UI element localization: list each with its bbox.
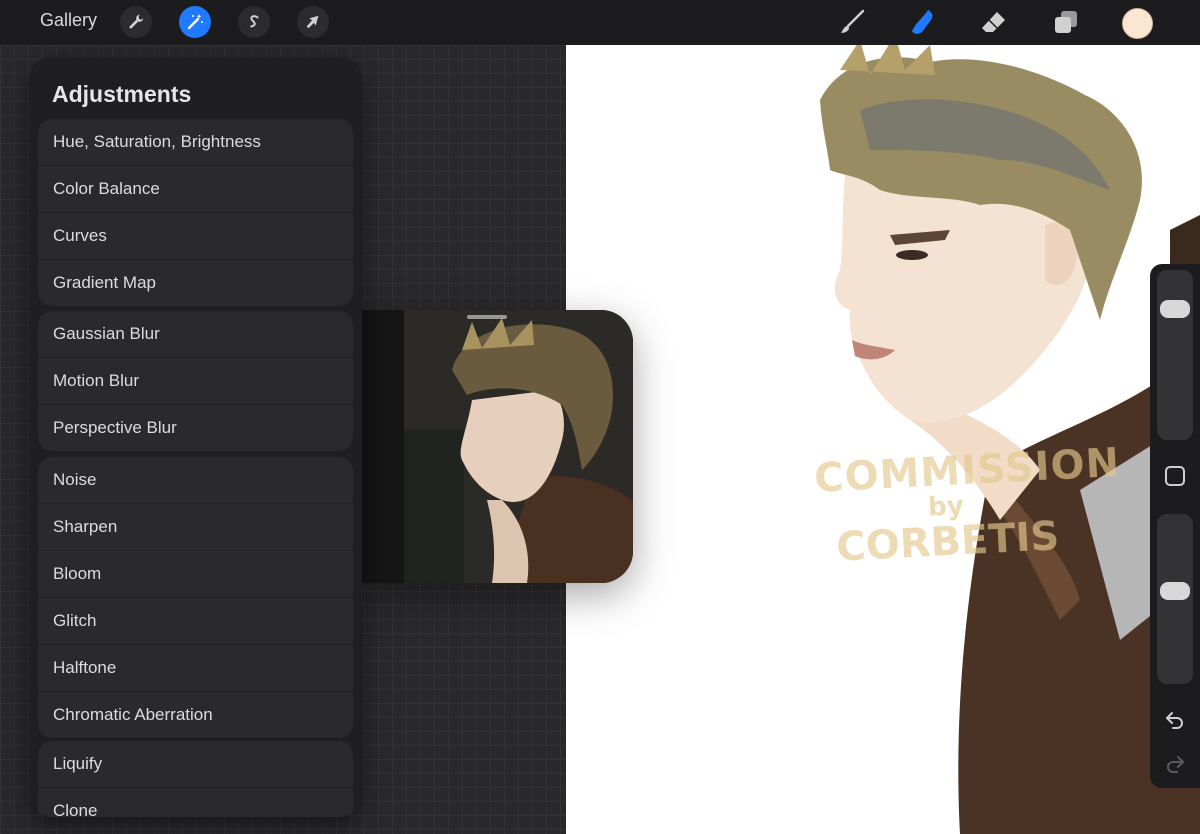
gallery-button[interactable]: Gallery	[40, 10, 97, 31]
actions-button[interactable]	[120, 6, 152, 38]
adjustment-group-tools: Liquify Clone	[38, 741, 353, 817]
panel-title: Adjustments	[52, 81, 192, 107]
layers-icon	[1055, 11, 1077, 33]
brush-tool[interactable]	[836, 6, 868, 38]
menu-item-liquify[interactable]: Liquify	[38, 741, 353, 788]
adjustment-group-color: Hue, Saturation, Brightness Color Balanc…	[38, 119, 353, 306]
undo-icon	[1166, 712, 1183, 729]
portrait-illustration	[820, 45, 1200, 834]
top-toolbar: Gallery	[0, 0, 1200, 45]
menu-item-clone[interactable]: Clone	[38, 788, 353, 817]
brush-size-knob[interactable]	[1160, 300, 1190, 318]
color-swatch[interactable]	[1122, 8, 1153, 39]
menu-item-bloom[interactable]: Bloom	[38, 551, 353, 598]
reference-photo	[362, 310, 633, 583]
menu-item-gaussian-blur[interactable]: Gaussian Blur	[38, 311, 353, 358]
arrow-cursor-icon	[306, 15, 319, 29]
brush-icon	[841, 9, 865, 33]
brush-size-slider[interactable]	[1157, 270, 1193, 440]
redo-button[interactable]	[1163, 752, 1187, 776]
opacity-knob[interactable]	[1160, 582, 1190, 600]
menu-item-curves[interactable]: Curves	[38, 213, 353, 260]
eraser-icon	[982, 12, 1005, 32]
modify-button[interactable]	[1163, 464, 1187, 488]
redo-icon	[1167, 756, 1184, 773]
square-modify-icon	[1165, 466, 1185, 486]
menu-item-color-balance[interactable]: Color Balance	[38, 166, 353, 213]
menu-item-glitch[interactable]: Glitch	[38, 598, 353, 645]
menu-item-hue-saturation-brightness[interactable]: Hue, Saturation, Brightness	[38, 119, 353, 166]
menu-item-gradient-map[interactable]: Gradient Map	[38, 260, 353, 306]
menu-item-motion-blur[interactable]: Motion Blur	[38, 358, 353, 405]
eraser-tool[interactable]	[978, 6, 1010, 38]
menu-item-perspective-blur[interactable]: Perspective Blur	[38, 405, 353, 451]
menu-item-noise[interactable]: Noise	[38, 457, 353, 504]
drawing-canvas[interactable]: COMMISSION by CORBETIS	[566, 45, 1200, 834]
transform-button[interactable]	[297, 6, 329, 38]
layers-button[interactable]	[1050, 6, 1082, 38]
selection-button[interactable]	[238, 6, 270, 38]
right-sidebar	[1150, 264, 1200, 788]
wrench-icon	[129, 14, 144, 29]
undo-button[interactable]	[1163, 708, 1187, 732]
menu-item-chromatic-aberration[interactable]: Chromatic Aberration	[38, 692, 353, 738]
smudge-tool[interactable]	[906, 6, 938, 38]
reference-drag-handle[interactable]	[467, 315, 507, 319]
smudge-icon	[912, 10, 933, 34]
magic-wand-icon	[187, 14, 203, 30]
adjustments-panel: Adjustments Hue, Saturation, Brightness …	[29, 57, 362, 817]
opacity-slider[interactable]	[1157, 514, 1193, 684]
adjustment-group-effects: Noise Sharpen Bloom Glitch Halftone Chro…	[38, 457, 353, 738]
menu-item-sharpen[interactable]: Sharpen	[38, 504, 353, 551]
selection-s-icon	[250, 15, 259, 28]
adjustment-group-blur: Gaussian Blur Motion Blur Perspective Bl…	[38, 311, 353, 451]
watermark: COMMISSION by CORBETIS	[813, 440, 1121, 571]
adjustments-button[interactable]	[179, 6, 211, 38]
menu-item-halftone[interactable]: Halftone	[38, 645, 353, 692]
reference-window[interactable]	[362, 310, 633, 583]
